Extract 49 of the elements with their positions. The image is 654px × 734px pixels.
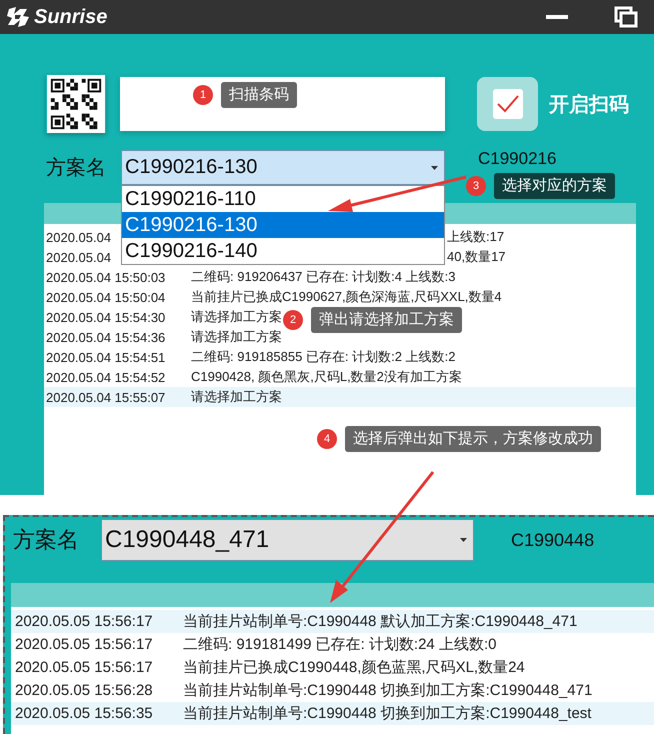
qr-code-icon: [46, 75, 106, 133]
log-time: 2020.05.04 15:54:36: [46, 330, 166, 344]
log-message: 请选择加工方案: [191, 328, 282, 346]
log-time: 2020.05.05 15:56:17: [15, 659, 154, 676]
caret-icon: [460, 538, 467, 542]
order-code: C1990448: [511, 530, 594, 550]
log-message: 二维码: 919185855 已存在: 计划数:2 上线数:2: [191, 348, 456, 366]
log-message: 二维码: 919206437 已存在: 计划数:4 上线数:3: [191, 268, 456, 286]
checkbox[interactable]: [492, 89, 522, 119]
log-time: 2020.05.04 15:55:07: [46, 390, 166, 404]
log-message: 当前挂片已换成C1990627,颜色深海蓝,尺码XXL,数量4: [191, 288, 502, 306]
log-message: 请选择加工方案: [191, 388, 282, 406]
log-message: 当前挂片已换成C1990448,颜色蓝黑,尺码XL,数量24: [183, 658, 525, 677]
app-name: Sunrise: [34, 6, 108, 28]
scan-toggle-label: 开启扫码: [549, 92, 629, 118]
log-message: 二维码: 919181499 已存在: 计划数:24 上线数:0: [183, 635, 496, 654]
log-time: 2020.05.04: [46, 250, 112, 264]
log-time: 2020.05.05 15:56:35: [15, 705, 154, 722]
scan-toggle-button[interactable]: [477, 77, 538, 131]
log-time: 2020.05.04 15:54:30: [46, 310, 166, 324]
log-time: 2020.05.05 15:56:17: [15, 636, 154, 653]
callout: 选择对应的方案: [494, 173, 615, 199]
check-icon: [496, 95, 518, 113]
restore-icon[interactable]: [614, 6, 638, 28]
log-message: 上线数:17: [447, 228, 504, 246]
log-message: 当前挂片站制单号:C1990448 切换到加工方案:C1990448_test: [183, 704, 592, 723]
logo-icon: [6, 6, 30, 28]
log-time: 2020.05.04: [46, 230, 112, 244]
scheme-label: 方案名: [46, 156, 107, 181]
scheme-dropdown[interactable]: C1990448_471: [101, 519, 474, 561]
log-time: 2020.05.04 15:54:51: [46, 350, 166, 364]
dropdown-option[interactable]: C1990216-130: [122, 212, 444, 238]
scheme-dropdown[interactable]: C1990216-130: [121, 150, 445, 185]
callout: 选择后弹出如下提示，方案修改成功: [345, 426, 601, 452]
log-time: 2020.05.04 15:50:03: [46, 270, 166, 284]
callout: 扫描条码: [221, 82, 297, 108]
log-time: 2020.05.04 15:54:52: [46, 370, 166, 384]
log-message: 40,数量17: [447, 248, 506, 266]
callout: 弹出请选择加工方案: [311, 307, 462, 333]
log-message: 当前挂片站制单号:C1990448 切换到加工方案:C1990448_471: [183, 681, 592, 700]
scheme-label: 方案名: [13, 526, 80, 554]
caret-icon: [431, 166, 438, 170]
log-message: C1990428, 颜色黑灰,尺码L,数量2没有加工方案: [191, 368, 462, 386]
log-time: 2020.05.04 15:50:04: [46, 290, 166, 304]
log-time: 2020.05.05 15:56:28: [15, 682, 154, 699]
order-code: C1990216: [478, 150, 556, 168]
log-time: 2020.05.05 15:56:17: [15, 613, 154, 630]
log-message: 请选择加工方案: [191, 308, 282, 326]
log-message: 当前挂片站制单号:C1990448 默认加工方案:C1990448_471: [183, 612, 578, 631]
